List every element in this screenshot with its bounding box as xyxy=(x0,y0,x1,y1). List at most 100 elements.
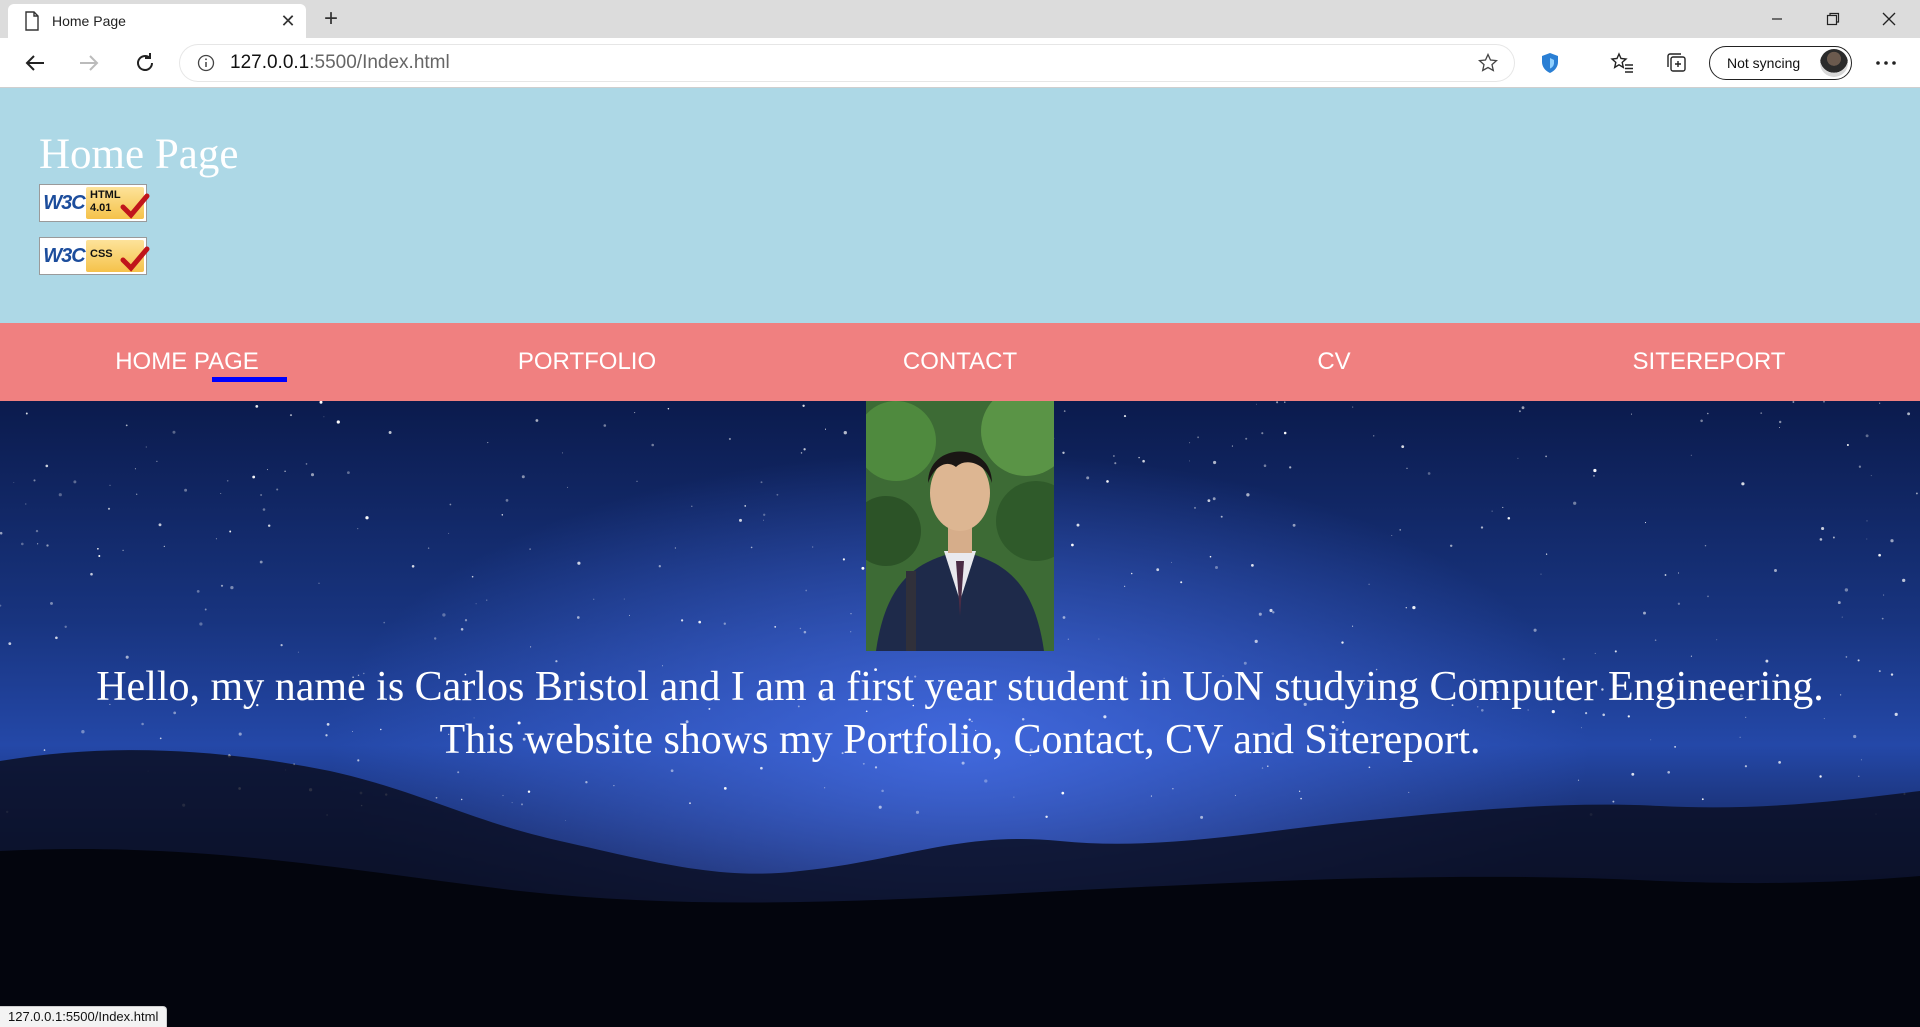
star xyxy=(388,431,392,434)
favorites-icon[interactable] xyxy=(1602,38,1642,88)
star xyxy=(267,524,271,527)
star xyxy=(156,460,158,462)
star xyxy=(1846,443,1849,447)
star xyxy=(1124,585,1126,587)
info-icon[interactable] xyxy=(196,54,216,72)
star xyxy=(723,622,726,625)
star xyxy=(1700,419,1703,423)
star xyxy=(336,420,340,424)
star xyxy=(501,514,504,516)
star xyxy=(698,620,702,624)
star xyxy=(1071,543,1074,547)
star xyxy=(667,407,670,410)
star xyxy=(1212,497,1216,501)
address-bar[interactable]: 127.0.0.1:5500/Index.html xyxy=(180,45,1514,81)
star xyxy=(486,599,488,601)
refresh-icon[interactable] xyxy=(125,38,165,88)
star xyxy=(1870,475,1872,477)
tab-title: Home Page xyxy=(52,13,126,29)
star xyxy=(1819,538,1823,541)
star xyxy=(1189,442,1191,444)
star xyxy=(136,493,138,495)
star xyxy=(1215,566,1218,569)
star xyxy=(1289,466,1292,469)
star xyxy=(1792,401,1795,403)
profile-photo xyxy=(866,401,1054,651)
star xyxy=(184,488,188,492)
star xyxy=(319,401,323,404)
star xyxy=(1858,465,1862,468)
star xyxy=(1517,457,1519,460)
star xyxy=(1063,410,1066,412)
star xyxy=(1399,529,1402,531)
window-close-icon[interactable] xyxy=(1861,0,1917,38)
nav-item-portfolio[interactable]: PORTFOLIO xyxy=(400,323,774,401)
star xyxy=(310,473,315,477)
profile-sync-button[interactable]: Not syncing xyxy=(1709,46,1852,80)
star xyxy=(651,443,654,447)
mountain-silhouette xyxy=(0,750,1920,1027)
star xyxy=(1741,482,1745,486)
ellipsis-icon[interactable] xyxy=(1866,38,1906,88)
collections-icon[interactable] xyxy=(1657,38,1697,88)
star xyxy=(163,545,165,547)
checkmark-icon xyxy=(120,246,150,272)
url-path: :5500/Index.html xyxy=(309,52,450,73)
star xyxy=(530,646,532,648)
star xyxy=(1837,601,1841,605)
star xyxy=(1130,572,1133,575)
star xyxy=(1138,456,1140,459)
star xyxy=(8,642,12,645)
star xyxy=(1545,455,1547,458)
browser-tab[interactable]: Home Page ✕ xyxy=(8,4,306,38)
star xyxy=(220,584,224,587)
shield-icon[interactable] xyxy=(1530,38,1570,88)
nav-item-label: CONTACT xyxy=(902,348,1018,375)
star xyxy=(1251,564,1254,567)
intro-line-1: Hello, my name is Carlos Bristol and I a… xyxy=(96,664,1824,710)
tab-strip: Home Page ✕ + xyxy=(0,0,1920,38)
star-icon[interactable] xyxy=(1472,45,1504,81)
nav-item-contact[interactable]: CONTACT xyxy=(773,323,1147,401)
star xyxy=(383,621,386,624)
nav-item-home-page[interactable]: HOME PAGE xyxy=(0,323,374,401)
forward-arrow-icon[interactable] xyxy=(69,38,109,88)
w3c-css-badge[interactable]: W3C CSS xyxy=(39,237,150,275)
restore-icon[interactable] xyxy=(1805,0,1861,38)
web-page: Home Page W3C HTML 4.01 W3C CSS HOME PAG… xyxy=(0,88,1920,1027)
star xyxy=(13,481,15,483)
close-icon[interactable]: ✕ xyxy=(270,11,306,32)
nav-item-label: HOME PAGE xyxy=(115,348,259,375)
star xyxy=(803,630,807,634)
star xyxy=(636,480,638,482)
star xyxy=(1593,475,1595,477)
star xyxy=(567,486,568,488)
back-arrow-icon[interactable] xyxy=(15,38,55,88)
star xyxy=(1707,595,1709,598)
star xyxy=(346,471,350,475)
star xyxy=(204,608,207,611)
star xyxy=(1207,499,1211,503)
star xyxy=(125,655,129,659)
star xyxy=(1067,638,1069,640)
minimize-icon[interactable] xyxy=(1749,0,1805,38)
star xyxy=(1866,520,1868,522)
star xyxy=(1256,403,1257,405)
plus-icon[interactable]: + xyxy=(316,4,346,34)
star xyxy=(1521,406,1525,410)
star xyxy=(260,494,263,496)
star xyxy=(1062,616,1066,619)
star xyxy=(255,405,259,408)
nav-item-sitereport[interactable]: SITEREPORT xyxy=(1522,323,1896,401)
w3c-logo: W3C xyxy=(43,192,85,214)
w3c-html-badge[interactable]: W3C HTML 4.01 xyxy=(39,184,150,222)
star xyxy=(1677,572,1680,574)
star xyxy=(172,430,176,434)
star xyxy=(1098,638,1100,640)
star xyxy=(728,437,731,441)
star xyxy=(122,549,124,552)
star xyxy=(1533,628,1537,632)
nav-item-cv[interactable]: CV xyxy=(1147,323,1521,401)
star xyxy=(1491,510,1493,512)
nav-item-label: SITEREPORT xyxy=(1632,348,1786,375)
